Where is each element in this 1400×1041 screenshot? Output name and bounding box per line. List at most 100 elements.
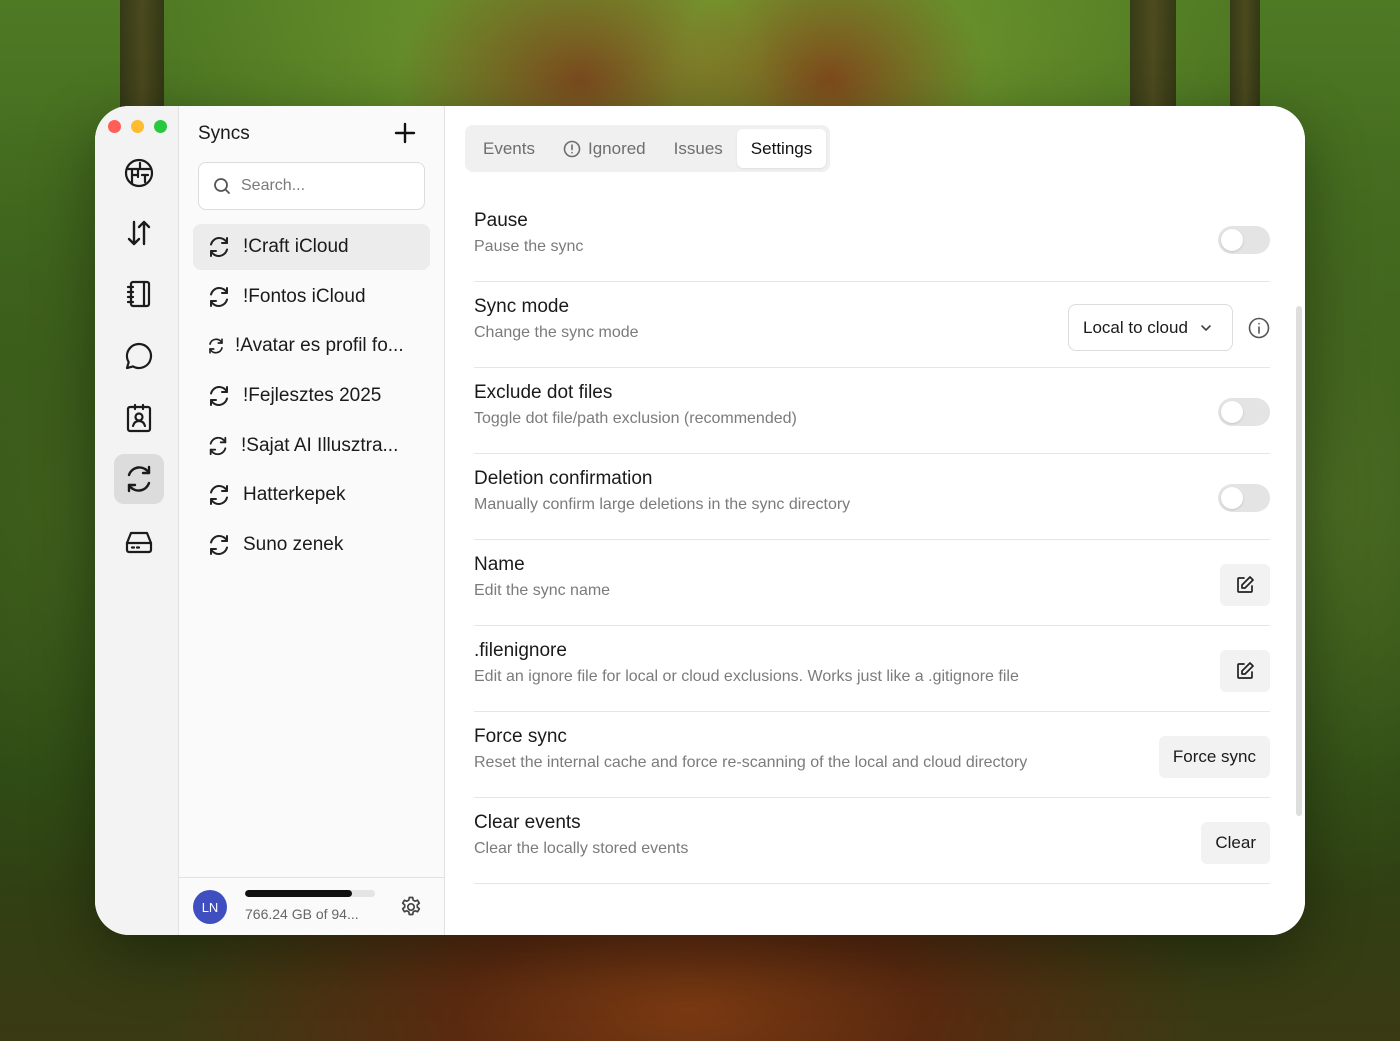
sync-list-item[interactable]: !Fejlesztes 2025 [193, 373, 430, 419]
setting-row-exclude-dot-files: Exclude dot files Toggle dot file/path e… [474, 368, 1270, 454]
setting-description: Change the sync mode [474, 324, 639, 341]
brand-logo-icon[interactable] [114, 148, 164, 198]
account-footer: LN 766.24 GB of 94... [179, 877, 444, 935]
sync-item-label: !Sajat AI Illusztra... [241, 435, 399, 456]
close-window-button[interactable] [108, 120, 121, 133]
main-content: Events Ignored Issues Settings Pause Pau… [445, 106, 1305, 935]
sync-mode-info-button[interactable] [1248, 317, 1270, 344]
setting-title: Sync mode [474, 296, 570, 317]
sync-mode-value: Local to cloud [1083, 317, 1188, 337]
drive-icon[interactable] [114, 516, 164, 566]
contact-card-icon[interactable] [114, 393, 164, 443]
sync-mode-select[interactable]: Local to cloud [1068, 304, 1233, 351]
zoom-window-button[interactable] [154, 120, 167, 133]
alert-circle-icon [563, 140, 581, 157]
edit-icon [1237, 662, 1254, 679]
force-sync-button[interactable]: Force sync [1158, 736, 1270, 778]
storage-usage-text: 766.24 GB of 94... [245, 906, 359, 922]
edit-name-button[interactable] [1220, 564, 1270, 606]
setting-row-sync-mode: Sync mode Change the sync mode Local to … [474, 282, 1270, 368]
setting-description: Edit an ignore file for local or cloud e… [474, 668, 1019, 685]
chat-bubble-icon[interactable] [114, 331, 164, 381]
setting-title: Deletion confirmation [474, 468, 653, 489]
exclude-dot-files-toggle[interactable] [1218, 398, 1270, 426]
setting-title: .filenignore [474, 640, 567, 661]
sync-list-item[interactable]: Suno zenek [193, 522, 430, 568]
app-rail [95, 106, 179, 935]
sync-list-item[interactable]: !Craft iCloud [193, 224, 430, 270]
syncs-title: Syncs [198, 123, 250, 144]
deletion-confirmation-toggle[interactable] [1218, 484, 1270, 512]
tab-label: Settings [750, 138, 813, 158]
tab-settings[interactable]: Settings [736, 129, 827, 168]
setting-row-pause: Pause Pause the sync [474, 196, 1270, 282]
sync-icon [210, 237, 228, 257]
app-window: Syncs !Craft iCloud !Fontos iCloud !Avat… [95, 106, 1305, 935]
search-icon [214, 178, 230, 194]
background-tree [1230, 0, 1260, 110]
notebook-icon[interactable] [114, 269, 164, 319]
settings-button[interactable] [399, 895, 423, 924]
setting-description: Edit the sync name [474, 582, 611, 599]
gear-icon [401, 896, 421, 916]
background-tree [1130, 0, 1176, 110]
edit-filenignore-button[interactable] [1220, 650, 1270, 692]
search-box [198, 162, 425, 210]
setting-title: Force sync [474, 726, 567, 747]
sync-list-item[interactable]: !Sajat AI Illusztra... [193, 423, 430, 469]
tab-ignored[interactable]: Ignored [549, 129, 660, 168]
setting-title: Name [474, 554, 525, 575]
sync-icon [210, 386, 228, 406]
setting-title: Clear events [474, 812, 581, 833]
tab-issues[interactable]: Issues [660, 129, 737, 168]
setting-title: Pause [474, 210, 528, 231]
storage-progress-fill [245, 890, 352, 897]
transfer-arrows-icon[interactable] [114, 208, 164, 258]
setting-description: Manually confirm large deletions in the … [474, 496, 851, 513]
tab-label: Issues [673, 138, 723, 158]
window-controls [108, 120, 167, 133]
syncs-panel: Syncs !Craft iCloud !Fontos iCloud !Avat… [179, 106, 445, 935]
plus-icon [394, 122, 416, 144]
setting-description: Pause the sync [474, 238, 584, 255]
tab-label: Events [483, 138, 535, 158]
search-input[interactable] [241, 177, 401, 195]
add-sync-button[interactable] [392, 120, 418, 146]
sync-list-item[interactable]: !Fontos iCloud [193, 274, 430, 320]
sync-item-label: !Craft iCloud [243, 236, 349, 257]
sync-icon[interactable] [114, 454, 164, 504]
setting-title: Exclude dot files [474, 382, 613, 403]
minimize-window-button[interactable] [131, 120, 144, 133]
chevron-down-icon [1201, 324, 1211, 331]
edit-icon [1237, 576, 1254, 593]
scrollbar[interactable] [1296, 306, 1302, 816]
sync-item-label: Hatterkepek [243, 484, 346, 505]
sync-icon [209, 338, 223, 354]
storage-progress-bar [245, 890, 375, 897]
clear-events-button[interactable]: Clear [1201, 822, 1270, 864]
setting-description: Reset the internal cache and force re-sc… [474, 754, 1028, 771]
sync-list-item[interactable]: Hatterkepek [193, 472, 430, 518]
sync-list-item[interactable]: !Avatar es profil fo... [193, 323, 430, 369]
avatar[interactable]: LN [193, 890, 227, 924]
setting-row-force-sync: Force sync Reset the internal cache and … [474, 712, 1270, 798]
tab-label: Ignored [587, 138, 646, 158]
setting-description: Toggle dot file/path exclusion (recommen… [474, 410, 797, 427]
setting-row-deletion-confirmation: Deletion confirmation Manually confirm l… [474, 454, 1270, 540]
tab-events[interactable]: Events [469, 129, 549, 168]
info-icon [1248, 317, 1270, 339]
tab-bar: Events Ignored Issues Settings [465, 125, 831, 172]
background-tree [120, 0, 164, 120]
setting-row-name: Name Edit the sync name [474, 540, 1270, 626]
sync-icon [210, 535, 228, 555]
sync-icon [210, 287, 228, 307]
sync-item-label: !Fejlesztes 2025 [243, 385, 382, 406]
sync-item-label: !Fontos iCloud [243, 286, 366, 307]
sync-icon [210, 485, 228, 505]
setting-row-clear-events: Clear events Clear the locally stored ev… [474, 798, 1270, 884]
setting-description: Clear the locally stored events [474, 840, 689, 857]
setting-row-filenignore: .filenignore Edit an ignore file for loc… [474, 626, 1270, 712]
sync-item-label: Suno zenek [243, 534, 344, 555]
pause-toggle[interactable] [1218, 226, 1270, 254]
sync-item-label: !Avatar es profil fo... [235, 335, 404, 356]
